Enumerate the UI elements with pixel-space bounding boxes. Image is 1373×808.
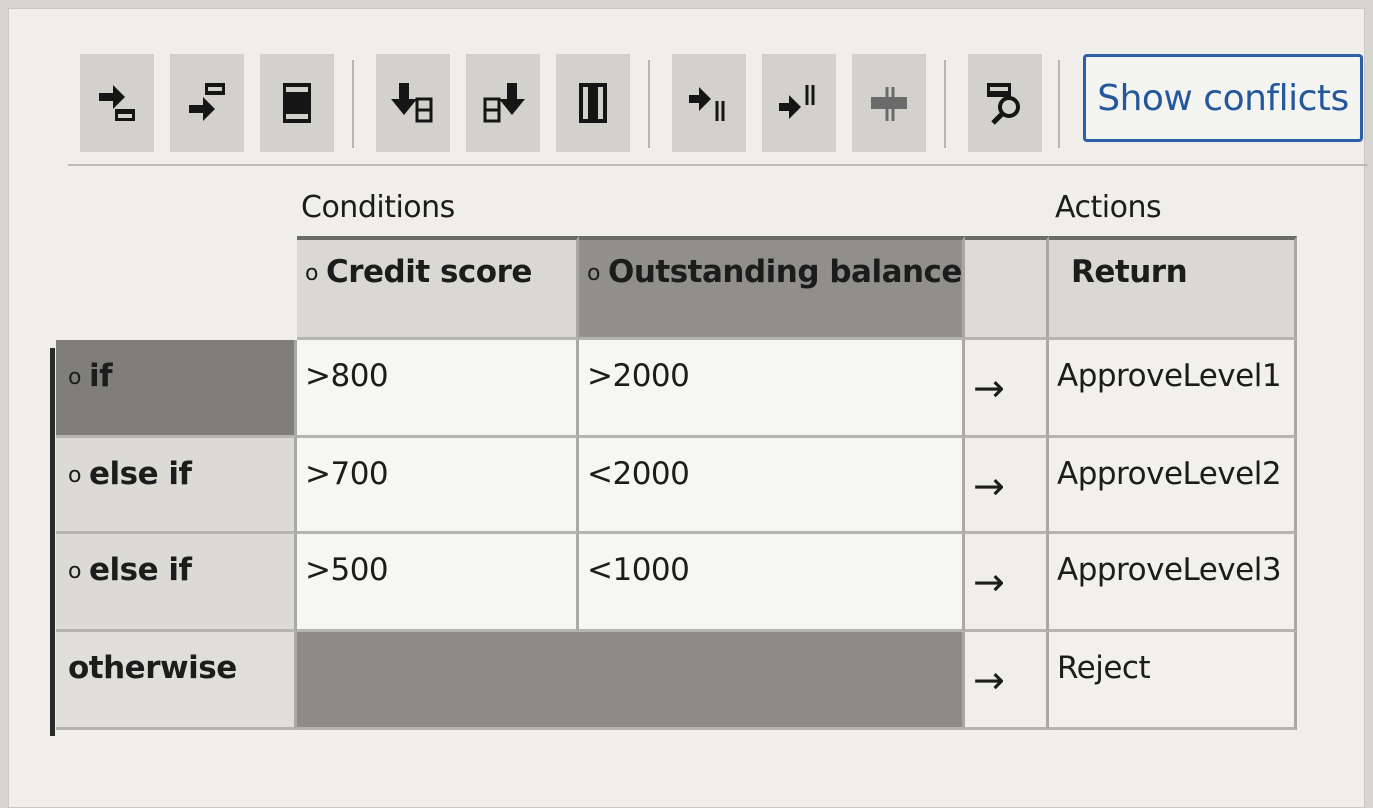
row-group-bar [50, 348, 55, 736]
insert-column-before-icon [391, 83, 433, 123]
return-action-cell[interactable]: Reject [1049, 632, 1297, 730]
row-label-text: if [88, 358, 113, 394]
return-action-cell[interactable]: ApproveLevel1 [1049, 340, 1297, 438]
insert-column-after-button[interactable] [466, 54, 540, 152]
arrow-right-icon: → [965, 340, 1049, 438]
insert-row-below-icon [189, 83, 225, 121]
column-header-spacer [965, 236, 1049, 340]
conditions-section-label: Conditions [301, 190, 455, 225]
insert-row-above-icon [99, 85, 135, 121]
otherwise-conditions-cell [297, 632, 965, 730]
column-header-return[interactable]: Return [1049, 236, 1297, 340]
find-table-button[interactable] [968, 54, 1042, 152]
insert-action-after-button[interactable] [762, 54, 836, 152]
delete-column-button[interactable] [556, 54, 630, 152]
actions-section-label: Actions [1055, 190, 1162, 225]
outstanding-balance-cell[interactable]: <2000 [579, 438, 965, 534]
credit-score-cell[interactable]: >800 [297, 340, 579, 438]
row-handle-icon: o [68, 559, 81, 584]
outstanding-balance-cell[interactable]: <1000 [579, 534, 965, 632]
insert-action-before-button[interactable] [672, 54, 746, 152]
insert-column-after-icon [483, 83, 525, 123]
insert-row-above-button[interactable] [80, 54, 154, 152]
row-label-otherwise[interactable]: otherwise [56, 632, 297, 730]
delete-action-icon [871, 87, 907, 121]
row-label-text: else if [88, 552, 192, 588]
column-handle-icon: o [305, 261, 318, 286]
row-label-else-if[interactable]: o else if [56, 438, 297, 534]
toolbar-separator [1058, 60, 1060, 148]
return-action-cell[interactable]: ApproveLevel3 [1049, 534, 1297, 632]
find-table-icon [987, 83, 1020, 125]
arrow-right-icon: → [965, 438, 1049, 534]
column-header-label: Outstanding balance [607, 254, 963, 290]
column-header-outstanding-balance[interactable]: o Outstanding balance [579, 236, 965, 340]
row-label-else-if[interactable]: o else if [56, 534, 297, 632]
insert-action-after-icon [779, 85, 815, 119]
toolbar-separator [944, 60, 946, 148]
insert-row-below-button[interactable] [170, 54, 244, 152]
credit-score-cell[interactable]: >700 [297, 438, 579, 534]
row-handle-icon: o [68, 463, 81, 488]
row-handle-icon: o [68, 365, 81, 390]
delete-row-button[interactable] [260, 54, 334, 152]
delete-column-icon [579, 83, 607, 123]
arrow-right-icon: → [965, 632, 1049, 730]
column-header-credit-score[interactable]: o Credit score [297, 236, 579, 340]
credit-score-cell[interactable]: >500 [297, 534, 579, 632]
return-action-cell[interactable]: ApproveLevel2 [1049, 438, 1297, 534]
toolbar-separator [352, 60, 354, 148]
insert-column-before-button[interactable] [376, 54, 450, 152]
row-label-text: else if [88, 456, 192, 492]
delete-row-icon [283, 83, 311, 123]
column-header-label: Credit score [325, 254, 532, 290]
insert-action-before-icon [689, 87, 725, 121]
decision-table-window: Show conflicts Conditions Actions o Credi… [8, 8, 1368, 808]
outstanding-balance-cell[interactable]: >2000 [579, 340, 965, 438]
column-handle-icon: o [587, 261, 600, 286]
toolbar-separator [648, 60, 650, 148]
delete-action-button[interactable] [852, 54, 926, 152]
show-conflicts-button[interactable]: Show conflicts [1083, 54, 1363, 142]
arrow-right-icon: → [965, 534, 1049, 632]
row-label-if[interactable]: o if [56, 340, 297, 438]
